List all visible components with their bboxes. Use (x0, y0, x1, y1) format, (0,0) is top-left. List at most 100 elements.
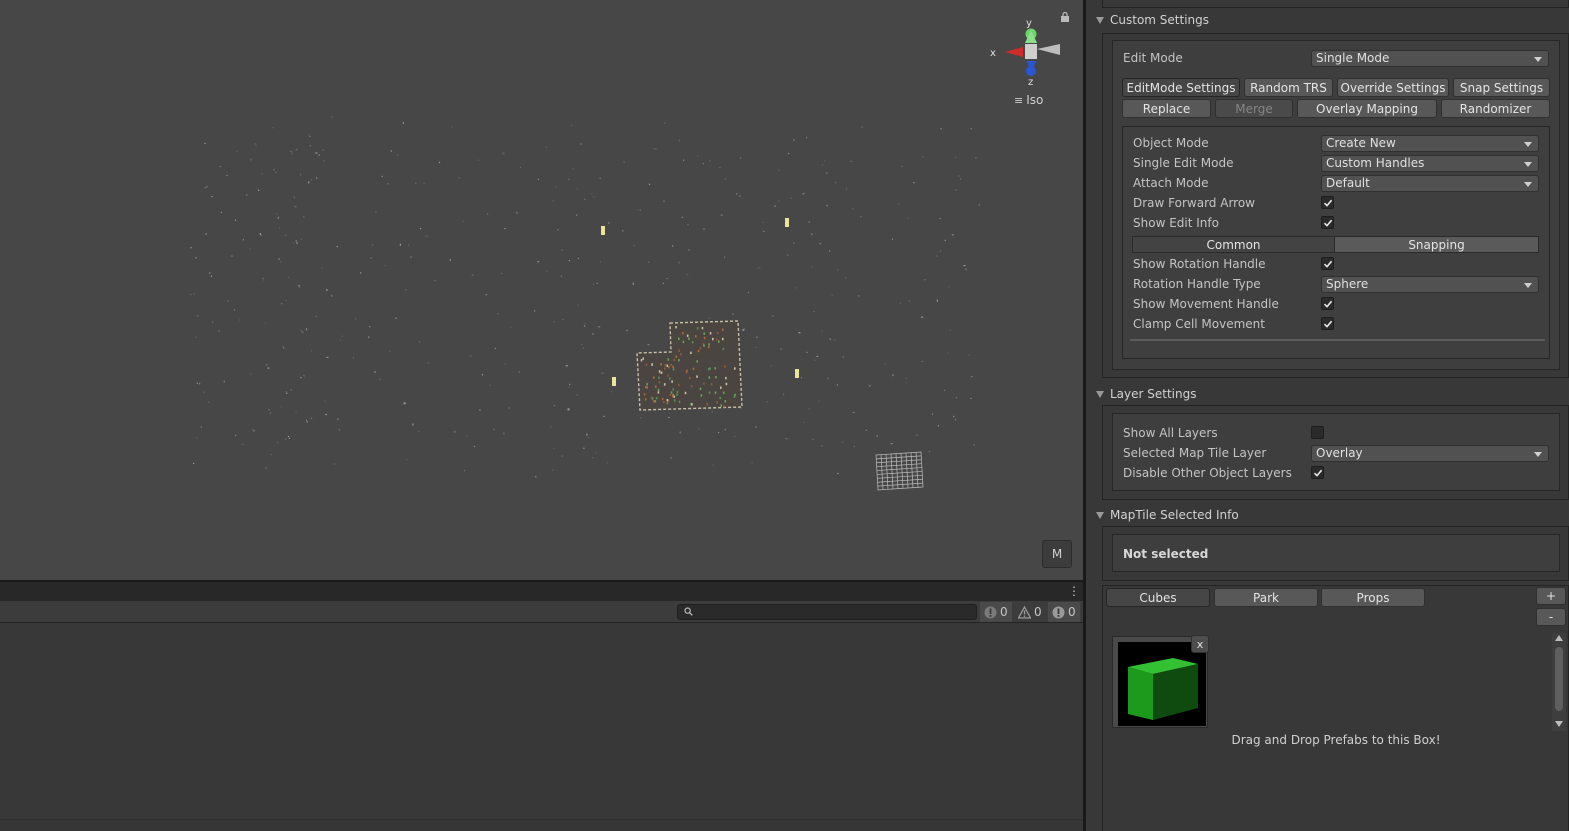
prefab-item-cube[interactable]: x (1112, 635, 1209, 728)
scrollbar-thumb[interactable] (1555, 647, 1563, 711)
inspector-panel: Custom Settings Edit Mode Single Mode Ed… (1086, 0, 1569, 831)
tab-merge[interactable]: Merge (1215, 99, 1293, 118)
draw-forward-arrow-checkbox[interactable] (1321, 196, 1334, 209)
scene-object (230, 255, 233, 257)
show-movement-handle-checkbox[interactable] (1321, 297, 1334, 310)
segment-common[interactable]: Common (1132, 236, 1335, 253)
log-toggle[interactable]: 0 (980, 602, 1012, 622)
scene-object (208, 401, 210, 403)
scene-object (286, 392, 288, 394)
tile-object (696, 360, 698, 363)
layer-settings-box: Show All Layers Selected Map Tile Layer … (1112, 413, 1560, 491)
scene-object (205, 186, 208, 188)
scene-view[interactable]: y x z ≡ Iso M (0, 0, 1083, 580)
clamp-cell-movement-checkbox[interactable] (1321, 317, 1334, 330)
scene-object (622, 230, 624, 232)
tile-object (715, 376, 717, 379)
show-all-layers-checkbox[interactable] (1311, 426, 1324, 439)
warning-toggle[interactable]: 0 (1014, 602, 1046, 622)
scene-object (410, 256, 412, 258)
scene-object (783, 393, 785, 396)
m-button[interactable]: M (1042, 540, 1072, 568)
scene-object (837, 472, 839, 475)
scene-object (423, 183, 425, 185)
scene-object (389, 350, 391, 353)
scene-object (309, 136, 311, 138)
scene-object (561, 455, 564, 457)
palette-tab-cubes[interactable]: Cubes (1106, 588, 1210, 607)
tab-replace[interactable]: Replace (1122, 99, 1211, 118)
lock-icon[interactable] (1060, 12, 1070, 22)
show-edit-info-checkbox[interactable] (1321, 216, 1334, 229)
tab-snap-settings[interactable]: Snap Settings (1453, 78, 1550, 97)
disable-other-object-layers-checkbox[interactable] (1311, 466, 1324, 479)
maptile-info-header[interactable]: MapTile Selected Info (1096, 508, 1239, 522)
scene-object (916, 434, 918, 436)
scene-object (683, 159, 685, 161)
scene-object (826, 172, 828, 174)
scene-object (204, 142, 207, 144)
palette-scrollbar[interactable] (1552, 633, 1566, 731)
tab-overlay-mapping[interactable]: Overlay Mapping (1297, 99, 1437, 118)
scene-object (740, 407, 742, 410)
error-toggle[interactable]: 0 (1048, 602, 1080, 622)
layer-settings-header[interactable]: Layer Settings (1096, 387, 1197, 401)
tab-override-settings[interactable]: Override Settings (1337, 78, 1449, 97)
scene-object (812, 438, 814, 440)
remove-prefab-button[interactable]: x (1191, 635, 1209, 653)
scene-object (552, 469, 554, 471)
scene-object (519, 166, 521, 169)
scroll-down-icon[interactable] (1555, 721, 1563, 727)
rotation-handle-type-dropdown[interactable]: Sphere (1321, 276, 1539, 293)
scene-object (425, 235, 428, 238)
show-rotation-handle-checkbox[interactable] (1321, 257, 1334, 270)
scene-object (493, 428, 495, 431)
selected-map-tile-layer-dropdown[interactable]: Overlay (1311, 445, 1549, 462)
grid-line (876, 455, 922, 460)
tile-object (672, 394, 674, 397)
palette-tab-park[interactable]: Park (1214, 588, 1318, 607)
scroll-up-icon[interactable] (1555, 635, 1563, 641)
prefab-grid[interactable]: x (1110, 633, 1547, 731)
scene-object (901, 165, 903, 167)
scene-object (451, 126, 453, 128)
edit-mode-dropdown[interactable]: Single Mode (1311, 50, 1549, 67)
projection-toggle[interactable]: ≡ Iso (1014, 93, 1043, 107)
scene-object (565, 365, 568, 367)
grid-line (890, 453, 894, 490)
scene-object (562, 318, 564, 320)
scene-object (308, 181, 310, 184)
scene-object (296, 242, 298, 244)
tab-random-trs[interactable]: Random TRS (1244, 78, 1333, 97)
tile-object (708, 343, 710, 346)
scene-object (861, 126, 864, 128)
attach-mode-dropdown[interactable]: Default (1321, 175, 1539, 192)
single-edit-mode-dropdown[interactable]: Custom Handles (1321, 155, 1539, 172)
remove-palette-button[interactable]: - (1536, 608, 1566, 626)
add-palette-button[interactable]: + (1536, 587, 1566, 605)
scene-object (195, 336, 197, 338)
scene-object (734, 435, 736, 437)
scene-object (485, 294, 487, 296)
scene-object (770, 365, 772, 367)
scene-object (404, 289, 407, 291)
scene-object (508, 407, 510, 409)
tile-object (709, 332, 712, 335)
tile-object (688, 337, 690, 340)
console-search-input[interactable] (677, 604, 977, 620)
scene-object (300, 238, 302, 240)
palette-tab-props[interactable]: Props (1321, 588, 1425, 607)
scene-object (921, 360, 924, 362)
scene-object (371, 244, 374, 246)
scene-canvas[interactable] (0, 0, 1083, 580)
more-options-icon[interactable]: ⋮ (1068, 584, 1080, 598)
segment-snapping[interactable]: Snapping (1334, 236, 1539, 253)
scene-object (648, 261, 650, 263)
tab-randomizer[interactable]: Randomizer (1441, 99, 1550, 118)
custom-settings-header[interactable]: Custom Settings (1096, 13, 1209, 27)
object-mode-dropdown[interactable]: Create New (1321, 135, 1539, 152)
tile-object (675, 326, 677, 329)
scene-object (724, 178, 726, 180)
tab-editmode-settings[interactable]: EditMode Settings (1122, 78, 1240, 97)
scene-object (557, 229, 559, 231)
